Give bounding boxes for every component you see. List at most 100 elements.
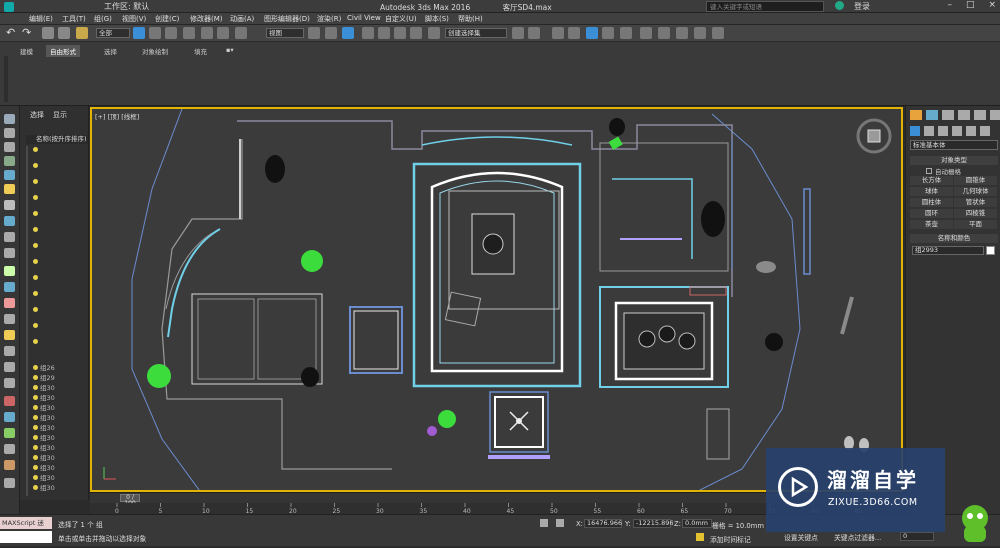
tab-populate[interactable]: 填充 — [190, 45, 211, 57]
light-bulb-icon[interactable] — [33, 435, 38, 440]
teapot-button[interactable]: 茶壶 — [910, 220, 953, 229]
light-bulb-icon[interactable] — [33, 475, 38, 480]
list-item[interactable]: 组30 — [33, 394, 87, 402]
groups-filter-icon[interactable] — [4, 248, 15, 258]
light-bulb-icon[interactable] — [33, 405, 38, 410]
select-object-icon[interactable] — [133, 27, 145, 39]
angle-snap-icon[interactable] — [378, 27, 390, 39]
current-frame-field[interactable]: 0 — [900, 532, 934, 541]
menu-view[interactable]: 视图(V) — [122, 14, 146, 24]
light-bulb-icon[interactable] — [33, 339, 38, 344]
box-button[interactable]: 长方体 — [910, 176, 953, 185]
list-item[interactable]: 组30 — [33, 474, 87, 482]
render-production-icon[interactable] — [694, 27, 706, 39]
light-bulb-icon[interactable] — [33, 227, 38, 232]
menu-scripting[interactable]: 脚本(S) — [425, 14, 449, 24]
xrefs-filter-icon[interactable] — [4, 266, 15, 276]
light-bulb-icon[interactable] — [33, 323, 38, 328]
snaps-toggle-icon[interactable] — [362, 27, 374, 39]
list-item[interactable]: 组30 — [33, 404, 87, 412]
login-link[interactable]: 登录 — [854, 1, 870, 12]
light-bulb-icon[interactable] — [33, 455, 38, 460]
settings-icon[interactable] — [4, 478, 15, 488]
name-color-rollout[interactable]: 名称和颜色 — [910, 234, 998, 243]
light-bulb-icon[interactable] — [33, 395, 38, 400]
select-by-name-icon[interactable] — [149, 27, 161, 39]
minimize-icon[interactable]: – — [947, 0, 952, 10]
list-item-collapsed[interactable] — [33, 226, 87, 234]
list-item-collapsed[interactable] — [33, 242, 87, 250]
light-bulb-icon[interactable] — [33, 243, 38, 248]
explorer-column-header[interactable]: 名称(按升序排序) — [26, 135, 88, 144]
list-item[interactable]: 组30 — [33, 384, 87, 392]
create-tab-icon[interactable] — [910, 110, 922, 120]
unlink-icon[interactable] — [58, 27, 70, 39]
absolute-mode-icon[interactable] — [556, 519, 564, 527]
light-bulb-icon[interactable] — [33, 163, 38, 168]
search-input[interactable]: 键入关键字或短语 — [706, 1, 824, 12]
torus-button[interactable]: 圆环 — [910, 209, 953, 218]
list-item[interactable]: 组29 — [33, 374, 87, 382]
gear-icon[interactable] — [4, 444, 15, 454]
display-children-icon[interactable] — [4, 114, 15, 124]
list-item[interactable]: 组30 — [33, 444, 87, 452]
z-coordinate-field[interactable]: 0.0mm — [682, 519, 712, 528]
lock-selection-icon[interactable] — [540, 519, 548, 527]
menu-create[interactable]: 创建(C) — [155, 14, 179, 24]
explorer-tab-display[interactable]: 显示 — [53, 110, 67, 120]
key-filters-button[interactable]: 关键点过滤器... — [834, 532, 881, 542]
spacewarps-filter-icon[interactable] — [4, 232, 15, 242]
set-key-button[interactable]: 设置关键点 — [784, 532, 818, 542]
light-bulb-icon[interactable] — [33, 275, 38, 280]
maxscript-input[interactable] — [0, 531, 52, 543]
light-bulb-icon[interactable] — [33, 415, 38, 420]
light-bulb-icon[interactable] — [33, 147, 38, 152]
geometry-filter-icon[interactable] — [4, 156, 15, 166]
user-icon[interactable] — [835, 1, 844, 10]
close-icon[interactable]: × — [988, 0, 996, 10]
list-item[interactable]: 组30 — [33, 424, 87, 432]
add-time-tag[interactable]: 添加时间标记 — [710, 534, 751, 544]
object-name-input[interactable]: 组2993 — [912, 246, 984, 255]
utilities-tab-icon[interactable] — [990, 110, 1000, 120]
explorer-tab-select[interactable]: 选择 — [30, 110, 44, 120]
percent-snap-icon[interactable] — [394, 27, 406, 39]
list-item-collapsed[interactable] — [33, 146, 87, 154]
time-slider[interactable]: 0 / 100 — [120, 494, 140, 507]
workspace-label[interactable]: 工作区: 默认 — [104, 1, 149, 12]
geometry-category-icon[interactable] — [910, 126, 920, 136]
layer-icon[interactable] — [4, 396, 15, 406]
hierarchy-icon[interactable] — [4, 412, 15, 422]
layer-manager-icon[interactable] — [552, 27, 564, 39]
schematic-view-icon[interactable] — [602, 27, 614, 39]
menu-civil-view[interactable]: Civil View — [347, 14, 381, 22]
render-setup-icon[interactable] — [640, 27, 652, 39]
cone-button[interactable]: 圆锥体 — [954, 176, 997, 185]
primitive-type-select[interactable]: 标准基本体 — [910, 140, 998, 150]
menu-graph-editors[interactable]: 图形编辑器(D) — [264, 14, 310, 24]
list-item[interactable]: 组30 — [33, 454, 87, 462]
list-item-collapsed[interactable] — [33, 178, 87, 186]
shapes-filter-icon[interactable] — [4, 170, 15, 180]
light-bulb-icon[interactable] — [33, 485, 38, 490]
list-item-collapsed[interactable] — [33, 306, 87, 314]
tag-icon[interactable] — [4, 460, 15, 470]
reference-coordinate-select[interactable]: 视图 — [266, 28, 304, 38]
list-item-collapsed[interactable] — [33, 258, 87, 266]
named-selection-select[interactable]: 创建选择集 — [445, 28, 507, 38]
list-item-collapsed[interactable] — [33, 274, 87, 282]
render-iterative-icon[interactable] — [712, 27, 724, 39]
helpers-filter-icon[interactable] — [4, 216, 15, 226]
light-bulb-icon[interactable] — [33, 307, 38, 312]
list-item-collapsed[interactable] — [33, 162, 87, 170]
curve-editor-icon[interactable] — [586, 27, 598, 39]
list-item-collapsed[interactable] — [33, 338, 87, 346]
spinner-snap-icon[interactable] — [410, 27, 422, 39]
display-tab-icon[interactable] — [974, 110, 986, 120]
light-bulb-icon[interactable] — [33, 259, 38, 264]
list-item-collapsed[interactable] — [33, 322, 87, 330]
tab-object-paint[interactable]: 对象绘制 — [138, 45, 172, 57]
list-item[interactable]: 组30 — [33, 434, 87, 442]
cameras-category-icon[interactable] — [952, 126, 962, 136]
floor-plan-drawing[interactable] — [92, 109, 903, 492]
